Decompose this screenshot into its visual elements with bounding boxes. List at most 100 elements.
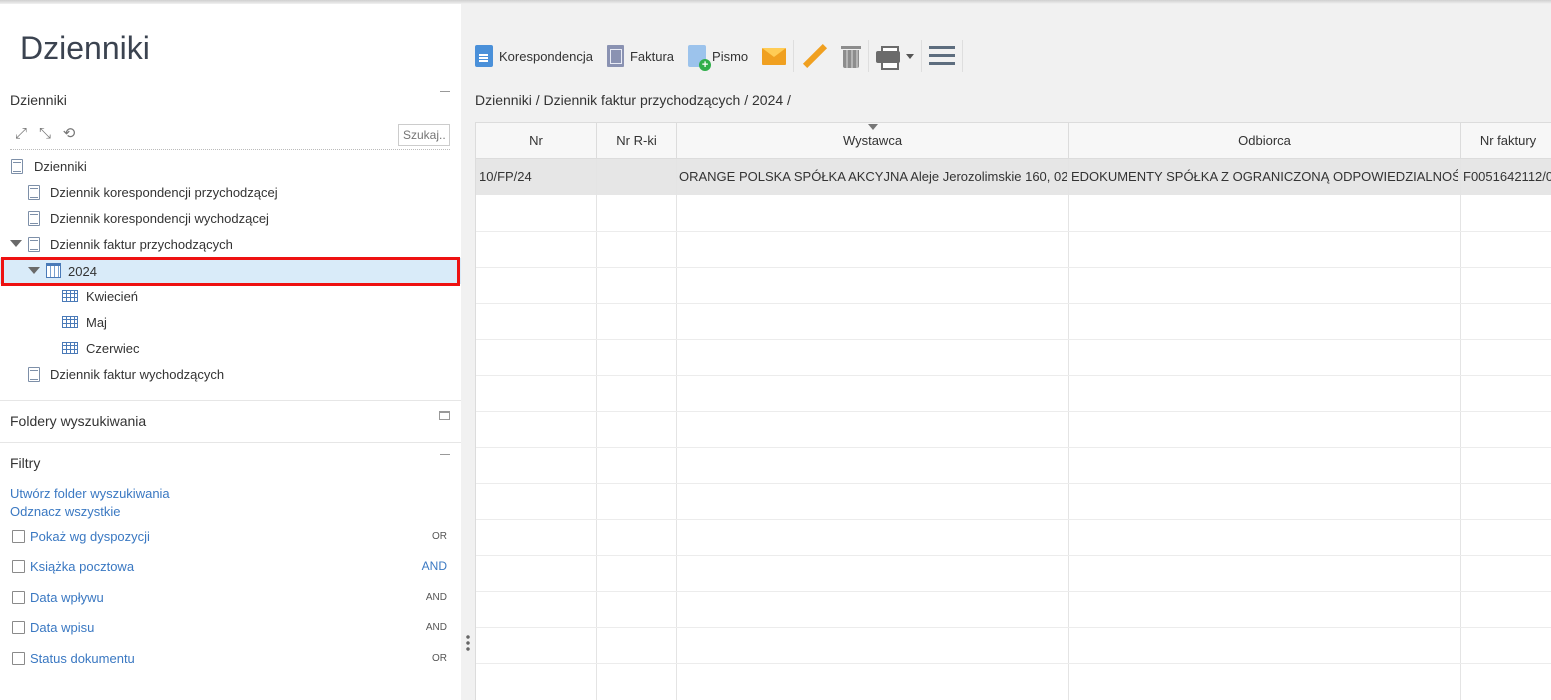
grid-column-line xyxy=(596,159,597,700)
journals-section-header[interactable]: Dzienniki xyxy=(10,92,67,108)
grid-header: Nr Nr R-ki Wystawca Odbiorca Nr faktury xyxy=(476,123,1551,159)
delete-button[interactable] xyxy=(834,36,868,76)
tree-item-korespondencja-wychodzaca[interactable]: Dziennik korespondencji wychodzącej xyxy=(0,205,461,231)
tree-item-maj[interactable]: Maj xyxy=(0,309,461,335)
uncheck-all-link[interactable]: Odznacz wszystkie xyxy=(10,504,121,519)
tree-item-dzienniki[interactable]: Dzienniki xyxy=(0,153,461,179)
journal-icon xyxy=(28,210,40,226)
new-invoice-label: Faktura xyxy=(629,48,675,64)
filter-operator[interactable]: AND xyxy=(426,622,447,633)
grid-row-line xyxy=(476,447,1551,448)
filter-operator[interactable]: AND xyxy=(422,559,447,573)
pencil-icon xyxy=(801,43,827,69)
trash-icon xyxy=(841,44,862,68)
breadcrumb: Dzienniki / Dziennik faktur przychodzący… xyxy=(475,92,791,108)
invoice-grid: Nr Nr R-ki Wystawca Odbiorca Nr faktury … xyxy=(475,122,1551,700)
tree-item-label: Dziennik faktur wychodzących xyxy=(50,366,225,382)
document-icon xyxy=(475,45,493,67)
filter-row: Książka pocztowa AND xyxy=(12,557,452,575)
collapse-all-icon[interactable]: ⤡ xyxy=(36,125,54,143)
tree-item-label: Kwiecień xyxy=(86,288,139,304)
new-invoice-button[interactable]: Faktura xyxy=(600,36,681,76)
filter-label[interactable]: Data wpisu xyxy=(30,620,94,635)
section-divider xyxy=(0,442,461,443)
filters-section-header[interactable]: Filtry xyxy=(10,455,40,471)
tree-item-label: Dziennik korespondencji przychodzącej xyxy=(50,184,278,200)
filter-operator[interactable]: OR xyxy=(432,653,447,664)
filter-checkbox[interactable] xyxy=(12,559,25,573)
filter-label[interactable]: Książka pocztowa xyxy=(30,559,134,574)
journal-icon xyxy=(28,366,40,382)
new-letter-button[interactable]: Pismo xyxy=(681,36,755,76)
add-document-icon xyxy=(688,45,712,71)
tree-item-kwiecien[interactable]: Kwiecień xyxy=(0,283,461,309)
expand-all-icon[interactable]: ⤢ xyxy=(12,125,30,143)
send-email-button[interactable] xyxy=(755,36,793,76)
filter-row: Data wpisu AND xyxy=(12,618,452,636)
filter-checkbox[interactable] xyxy=(12,620,25,634)
tree-item-faktury-wychodzace[interactable]: Dziennik faktur wychodzących xyxy=(0,361,461,387)
tree-toolbar: ⤢ ⤡ ⟲ xyxy=(12,125,78,143)
create-search-folder-link[interactable]: Utwórz folder wyszukiwania xyxy=(10,486,170,501)
column-header-nr-rki[interactable]: Nr R-ki xyxy=(597,123,677,159)
column-header-wystawca[interactable]: Wystawca xyxy=(677,123,1069,159)
month-grid-icon xyxy=(62,290,78,302)
column-header-nr-faktury[interactable]: Nr faktury xyxy=(1461,123,1551,159)
grid-row-line xyxy=(476,303,1551,304)
invoice-icon xyxy=(606,45,624,67)
main-toolbar: Korespondencja Faktura Pismo xyxy=(461,30,964,82)
search-folders-expand-button[interactable] xyxy=(439,411,450,420)
tree-item-label: Maj xyxy=(86,314,107,330)
tree-item-korespondencja-przychodzaca[interactable]: Dziennik korespondencji przychodzącej xyxy=(0,179,461,205)
filter-operator[interactable]: AND xyxy=(426,592,447,603)
tree-item-label: Dziennik faktur przychodzących xyxy=(50,236,233,252)
column-header-odbiorca[interactable]: Odbiorca xyxy=(1069,123,1461,159)
filter-checkbox[interactable] xyxy=(12,590,25,604)
top-shadow xyxy=(0,0,1551,4)
cell-wystawca[interactable]: ORANGE POLSKA SPÓŁKA AKCYJNA Aleje Jeroz… xyxy=(679,159,1067,195)
envelope-icon xyxy=(762,47,787,65)
left-panel: Dzienniki Dzienniki ⤢ ⤡ ⟲ Dzienniki Dzie… xyxy=(0,0,461,700)
filter-label[interactable]: Pokaż wg dyspozycji xyxy=(30,529,150,544)
grid-row-line xyxy=(476,267,1551,268)
grid-row-line xyxy=(476,411,1551,412)
new-correspondence-button[interactable]: Korespondencja xyxy=(461,36,600,76)
grid-row-line xyxy=(476,663,1551,664)
filter-row: Data wpływu AND xyxy=(12,588,452,606)
toolbar-separator xyxy=(962,40,964,72)
tree-item-czerwiec[interactable]: Czerwiec xyxy=(0,335,461,361)
menu-button[interactable] xyxy=(922,36,962,76)
tree-search-input[interactable] xyxy=(398,124,450,146)
cell-nr[interactable]: 10/FP/24 xyxy=(479,159,594,195)
grid-row-line xyxy=(476,339,1551,340)
cell-nr-rki[interactable] xyxy=(600,159,674,195)
filter-row: Pokaż wg dyspozycji OR xyxy=(12,527,452,545)
new-correspondence-label: Korespondencja xyxy=(499,48,593,64)
journals-collapse-button[interactable] xyxy=(440,91,450,92)
filter-row: Status dokumentu OR xyxy=(12,649,452,667)
refresh-icon[interactable]: ⟲ xyxy=(60,125,78,143)
search-folders-section-header[interactable]: Foldery wyszukiwania xyxy=(10,413,146,429)
expand-caret-icon[interactable] xyxy=(10,240,22,248)
journal-icon xyxy=(28,236,40,252)
cell-odbiorca[interactable]: EDOKUMENTY SPÓŁKA Z OGRANICZONĄ ODPOWIED… xyxy=(1071,159,1458,195)
grid-row-line xyxy=(476,231,1551,232)
filters-collapse-button[interactable] xyxy=(440,454,450,455)
grid-column-line xyxy=(676,159,677,700)
tree-item-faktury-przychodzace[interactable]: Dziennik faktur przychodzących xyxy=(0,231,461,257)
filter-label[interactable]: Status dokumentu xyxy=(30,651,135,666)
column-header-nr[interactable]: Nr xyxy=(476,123,597,159)
edit-button[interactable] xyxy=(794,36,834,76)
print-button[interactable] xyxy=(869,36,921,76)
cell-nr-faktury[interactable]: F0051642112/0 xyxy=(1463,159,1551,195)
month-grid-icon xyxy=(62,342,78,354)
grid-row-line xyxy=(476,627,1551,628)
panel-splitter-handle[interactable] xyxy=(466,634,470,652)
filter-operator[interactable]: OR xyxy=(432,531,447,542)
tree-item-label: Dzienniki xyxy=(34,158,87,174)
grid-row-line xyxy=(476,555,1551,556)
filter-label[interactable]: Data wpływu xyxy=(30,590,104,605)
filter-checkbox[interactable] xyxy=(12,651,25,665)
grid-row-line xyxy=(476,483,1551,484)
filter-checkbox[interactable] xyxy=(12,529,25,543)
